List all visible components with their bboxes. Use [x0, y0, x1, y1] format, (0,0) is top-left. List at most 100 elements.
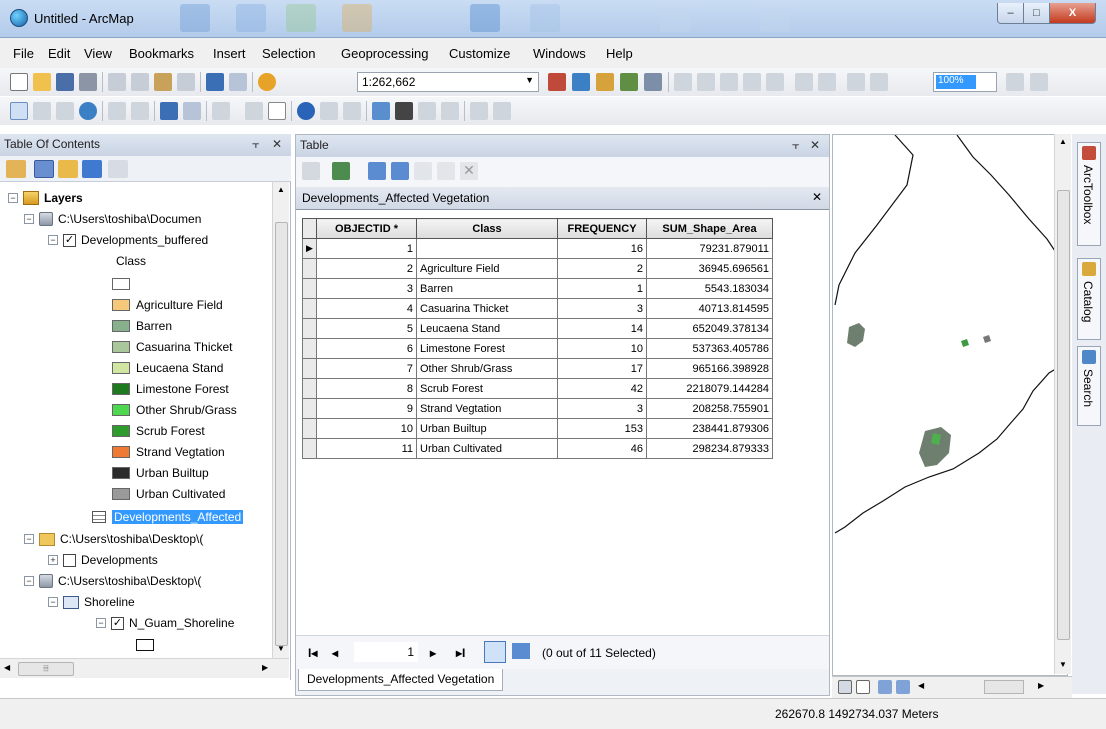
fixed-zoom-in-icon[interactable] [795, 73, 813, 91]
collapse-icon[interactable]: − [24, 214, 34, 224]
arctoolbox-icon[interactable] [644, 73, 662, 91]
chevron-down-icon[interactable]: ▼ [525, 75, 534, 85]
row-selector[interactable] [302, 258, 317, 279]
list-by-source-icon[interactable] [34, 160, 54, 178]
legend-item[interactable]: Barren [112, 316, 172, 336]
cell-frequency[interactable]: 10 [557, 338, 647, 359]
cell-class[interactable] [416, 238, 558, 259]
cell-class[interactable]: Urban Builtup [416, 418, 558, 439]
save-icon[interactable] [56, 73, 74, 91]
cell-area[interactable]: 298234.879333 [646, 438, 773, 459]
data-view-icon[interactable] [838, 680, 852, 694]
go-back-extent-icon[interactable] [847, 73, 865, 91]
cell-objectid[interactable]: 3 [316, 278, 417, 299]
table-row[interactable]: 7 Other Shrub/Grass 17 965166.398928 [302, 358, 773, 379]
scroll-right-icon[interactable]: ▶ [262, 663, 268, 672]
close-window-button[interactable]: X [1049, 3, 1096, 24]
collapse-icon[interactable]: − [96, 618, 106, 628]
clear-selection-icon[interactable] [245, 102, 263, 120]
table-row[interactable]: 5 Leucaena Stand 14 652049.378134 [302, 318, 773, 339]
table-row[interactable]: 4 Casuarina Thicket 3 40713.814595 [302, 298, 773, 319]
tree-node-shoreline-group[interactable]: − Shoreline [48, 592, 135, 612]
catalog-window-icon[interactable] [596, 73, 614, 91]
table-row[interactable]: 2 Agriculture Field 2 36945.696561 [302, 258, 773, 279]
cell-area[interactable]: 208258.755901 [646, 398, 773, 419]
fixed-zoom-in-icon[interactable] [108, 102, 126, 120]
cell-area[interactable]: 965166.398928 [646, 358, 773, 379]
cell-area[interactable]: 40713.814595 [646, 298, 773, 319]
pan-hand-icon[interactable] [56, 102, 74, 120]
cell-frequency[interactable]: 153 [557, 418, 647, 439]
menu-geoprocessing[interactable]: Geoprocessing [341, 46, 428, 61]
cell-class[interactable]: Urban Cultivated [416, 438, 558, 459]
tree-node-developments[interactable]: + Developments [48, 550, 158, 570]
cell-objectid[interactable]: 6 [316, 338, 417, 359]
previous-record-button[interactable]: ◂ [332, 646, 338, 660]
table-row[interactable]: 3 Barren 1 5543.183034 [302, 278, 773, 299]
pin-icon[interactable]: ⫟ [252, 137, 259, 152]
tree-node-layers[interactable]: − Layers [8, 188, 83, 208]
cell-class[interactable]: Other Shrub/Grass [416, 358, 558, 379]
row-selector[interactable] [302, 358, 317, 379]
expand-icon[interactable]: + [48, 555, 58, 565]
menu-bookmarks[interactable]: Bookmarks [129, 46, 194, 61]
scroll-up-icon[interactable]: ▲ [1059, 137, 1067, 146]
tree-node-developments-buffered[interactable]: − ✓ Developments_buffered [48, 230, 208, 250]
tab-developments-affected-vegetation[interactable]: Developments_Affected Vegetation [298, 669, 504, 691]
find-route-icon[interactable] [418, 102, 436, 120]
collapse-icon[interactable]: − [8, 193, 18, 203]
next-record-button[interactable]: ▸ [430, 646, 436, 660]
tree-node-shoreline-layer[interactable]: − ✓ N_Guam_Shoreline [96, 613, 234, 633]
row-selector-current-icon[interactable]: ▶ [302, 238, 317, 259]
row-selector[interactable] [302, 418, 317, 439]
close-icon[interactable]: ✕ [272, 137, 282, 151]
legend-item-shoreline[interactable] [136, 635, 160, 655]
cell-area[interactable]: 652049.378134 [646, 318, 773, 339]
menu-edit[interactable]: Edit [48, 46, 70, 61]
select-by-attributes-icon[interactable] [368, 162, 386, 180]
cell-frequency[interactable]: 14 [557, 318, 647, 339]
cut-icon[interactable] [108, 73, 126, 91]
select-features-icon[interactable] [212, 102, 230, 120]
current-record-field[interactable]: 1 [354, 642, 418, 662]
collapse-icon[interactable]: − [48, 597, 58, 607]
table-row[interactable]: ▶ 1 16 79231.879011 [302, 238, 773, 259]
paste-icon[interactable] [154, 73, 172, 91]
legend-item[interactable]: Urban Cultivated [112, 484, 225, 504]
create-viewer-window-icon[interactable] [493, 102, 511, 120]
clear-selection-icon[interactable] [414, 162, 432, 180]
tree-node-standalone-table[interactable]: Developments_Affected [92, 507, 244, 527]
menu-view[interactable]: View [84, 46, 112, 61]
list-by-selection-icon[interactable] [82, 160, 102, 178]
column-header-frequency[interactable]: FREQUENCY [557, 218, 647, 239]
cell-objectid[interactable]: 2 [316, 258, 417, 279]
layout-zoom-out-icon[interactable] [697, 73, 715, 91]
table-row[interactable]: 10 Urban Builtup 153 238441.879306 [302, 418, 773, 439]
cell-area[interactable]: 238441.879306 [646, 418, 773, 439]
cell-objectid[interactable]: 5 [316, 318, 417, 339]
scrollbar-thumb[interactable] [1057, 190, 1070, 640]
time-slider-icon[interactable] [470, 102, 488, 120]
arctoolbox-tab[interactable]: ArcToolbox [1077, 142, 1101, 246]
scroll-down-icon[interactable]: ▼ [277, 644, 285, 653]
options-icon[interactable] [108, 160, 128, 178]
layer-visibility-checkbox[interactable] [63, 553, 76, 567]
zoom-in-icon[interactable] [10, 102, 28, 120]
menu-windows[interactable]: Windows [533, 46, 586, 61]
cell-class[interactable]: Barren [416, 278, 558, 299]
layout-view-icon[interactable] [856, 680, 870, 694]
hyperlink-icon[interactable] [320, 102, 338, 120]
map-vertical-scrollbar[interactable]: ▲ ▼ [1054, 134, 1071, 674]
cell-objectid[interactable]: 10 [316, 418, 417, 439]
zoom-100-percent-icon[interactable] [766, 73, 784, 91]
open-folder-icon[interactable] [33, 73, 51, 91]
zoom-out-icon[interactable] [33, 102, 51, 120]
layout-zoom-in-icon[interactable] [674, 73, 692, 91]
collapse-icon[interactable]: − [48, 235, 58, 245]
forward-arrow-icon[interactable] [183, 102, 201, 120]
table-row[interactable]: 9 Strand Vegtation 3 208258.755901 [302, 398, 773, 419]
menu-help[interactable]: Help [606, 46, 633, 61]
legend-item[interactable]: Other Shrub/Grass [112, 400, 237, 420]
delete-icon[interactable] [177, 73, 195, 91]
cell-objectid[interactable]: 8 [316, 378, 417, 399]
